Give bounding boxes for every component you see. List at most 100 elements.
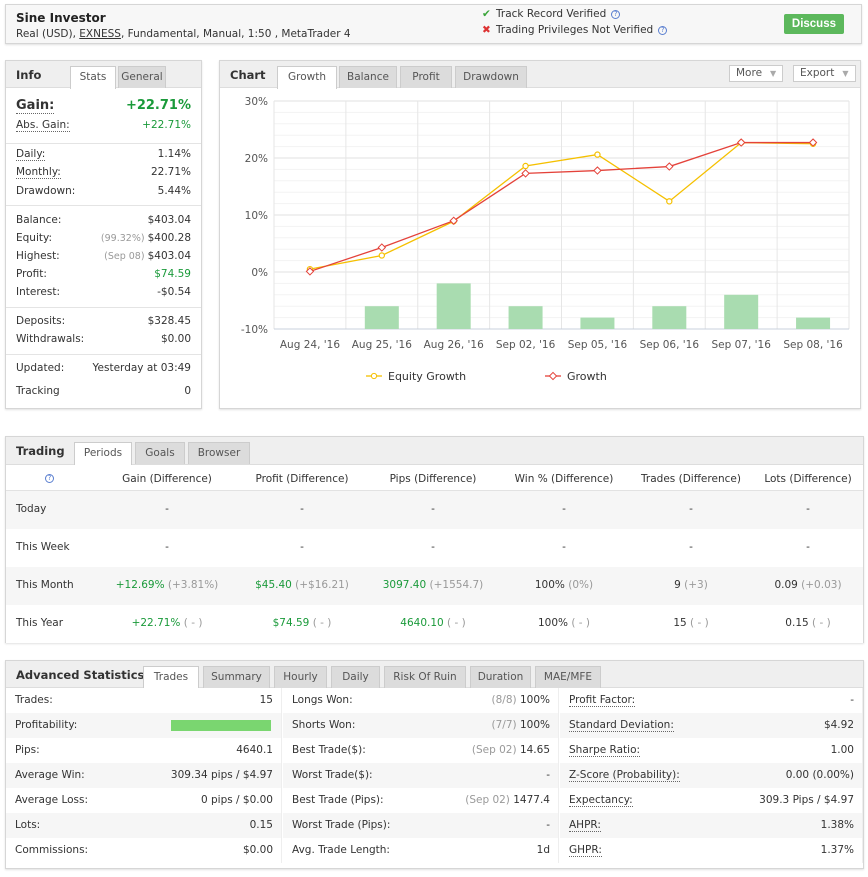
stat-label[interactable]: Expectancy: [569, 794, 633, 807]
stat-value: 15 [259, 694, 273, 706]
stat-value: 5.44% [157, 185, 191, 197]
stat-value-wrap: 0 pips / $0.00 [201, 794, 273, 806]
tab-goals[interactable]: Goals [135, 442, 185, 464]
cell-difference: (+$16.21) [291, 579, 349, 591]
cell-value: $74.59 [272, 617, 310, 629]
stat-row: Drawdown: 5.44% [16, 185, 191, 201]
column-header: Gain (Difference) [122, 473, 212, 485]
stat-value-wrap: - [546, 769, 550, 781]
divider [6, 354, 201, 355]
tab-trades[interactable]: Trades [143, 666, 199, 689]
tab-browser[interactable]: Browser [188, 442, 250, 464]
table-row: This Week - - - - - - [6, 529, 863, 567]
stat-label: Interest: [16, 286, 60, 298]
stat-value: $74.59 [154, 268, 191, 280]
tab-risk-of-ruin[interactable]: Risk Of Ruin [384, 666, 466, 688]
account-type: Real (USD), [16, 28, 80, 40]
data-point[interactable] [377, 243, 387, 252]
data-point[interactable] [594, 151, 601, 158]
stat-label[interactable]: GHPR: [569, 844, 602, 857]
stat-value: 1d [536, 844, 550, 856]
legend-label[interactable]: Equity Growth [388, 370, 466, 383]
tab-balance[interactable]: Balance [339, 66, 397, 88]
legend-label[interactable]: Growth [567, 370, 607, 383]
table-cell: - [232, 541, 372, 553]
tab-periods[interactable]: Periods [74, 442, 132, 465]
broker-link[interactable]: EXNESS [79, 28, 121, 40]
stat-value-wrap: (99.32%) $400.28 [101, 232, 191, 244]
stat-value: 14.65 [519, 744, 550, 756]
stat-label[interactable]: AHPR: [569, 819, 601, 832]
help-icon[interactable]: ? [45, 474, 54, 483]
tab-growth[interactable]: Growth [277, 66, 337, 89]
stat-row: Abs. Gain: +22.71% [16, 119, 191, 135]
stat-label[interactable]: Sharpe Ratio: [569, 744, 641, 757]
discuss-button[interactable]: Discuss [783, 14, 844, 34]
cell-difference: ( - ) [686, 617, 709, 629]
daily-bar [364, 306, 399, 329]
tab-mae-mfe[interactable]: MAE/MFE [535, 666, 601, 688]
export-dropdown[interactable]: Export ▼ [793, 65, 856, 82]
stat-note: (Sep 08) [104, 251, 148, 262]
stat-value: 0 pips / $0.00 [200, 794, 273, 806]
help-icon[interactable]: ? [658, 25, 668, 35]
profitability-fill [171, 720, 271, 731]
stat-value-wrap: (Sep 02) 14.65 [472, 744, 550, 756]
info-panel: Info Stats General Gain: +22.71% Abs. Gain… [5, 60, 202, 409]
cross-icon: ✖ [482, 24, 491, 36]
stat-value: -$0.54 [157, 286, 191, 298]
x-tick-label: Sep 05, '16 [568, 339, 628, 351]
table-cell: $45.40 (+$16.21) [232, 579, 372, 591]
stat-value: $403.04 [147, 250, 191, 262]
stat-value: $0.00 [242, 844, 273, 856]
data-point[interactable] [378, 252, 386, 259]
stat-row: Interest: -$0.54 [16, 286, 191, 302]
stat-label: Profit: [16, 268, 47, 280]
table-cell: - [738, 541, 868, 553]
stat-row: GHPR: 1.37% [560, 838, 863, 863]
tab-summary[interactable]: Summary [203, 666, 270, 688]
table-cell: 0.15 ( - ) [738, 617, 868, 629]
data-point[interactable] [522, 162, 529, 170]
stat-row: Balance: $403.04 [16, 214, 191, 230]
stat-value: 309.3 Pips / $4.97 [759, 794, 854, 806]
table-cell: 100% (0%) [494, 579, 634, 591]
stat-row: Profitability: [6, 713, 282, 738]
stat-label: Deposits: [16, 315, 66, 327]
stat-row: Longs Won: (8/8) 100% [283, 688, 559, 713]
more-dropdown[interactable]: More ▼ [729, 65, 784, 82]
tab-daily[interactable]: Daily [331, 666, 380, 688]
stat-value: 100% [519, 694, 550, 706]
stat-label[interactable]: Profit Factor: [569, 694, 636, 707]
stat-label[interactable]: Standard Deviation: [569, 719, 674, 732]
advanced-title: Advanced Statistics [16, 668, 145, 682]
tab-hourly[interactable]: Hourly [274, 666, 327, 688]
table-cell: $74.59 ( - ) [232, 617, 372, 629]
help-icon[interactable]: ? [611, 9, 621, 19]
chart-title: Chart [230, 68, 266, 82]
stat-value-wrap: $403.04 [148, 214, 191, 226]
tab-duration[interactable]: Duration [470, 666, 531, 688]
stat-row: Daily: 1.14% [16, 148, 191, 164]
tab-profit[interactable]: Profit [400, 66, 452, 88]
stat-label[interactable]: Z-Score (Probability): [569, 769, 680, 782]
table-cell: - [97, 541, 237, 553]
data-point[interactable] [593, 166, 602, 175]
stat-value: Yesterday at 03:49 [92, 362, 191, 374]
divider [6, 205, 201, 206]
data-point[interactable] [666, 198, 673, 205]
stat-value: 22.71% [150, 166, 191, 178]
table-cell: - [494, 541, 634, 553]
stat-label: Worst Trade($): [292, 769, 373, 781]
period-label: This Year [16, 617, 64, 629]
tab-drawdown[interactable]: Drawdown [455, 66, 527, 88]
tab-general[interactable]: General [118, 66, 166, 88]
stat-row: Monthly: 22.71% [16, 166, 191, 182]
cell-difference: ( - ) [808, 617, 831, 629]
table-row: This Month +12.69% (+3.81%) $45.40 (+$16.2… [6, 567, 863, 605]
data-point[interactable] [521, 169, 530, 178]
account-name: Sine Investor [16, 11, 106, 25]
y-tick-label: -10% [241, 324, 268, 336]
stat-value: $328.45 [147, 315, 191, 327]
tab-stats[interactable]: Stats [70, 66, 116, 89]
